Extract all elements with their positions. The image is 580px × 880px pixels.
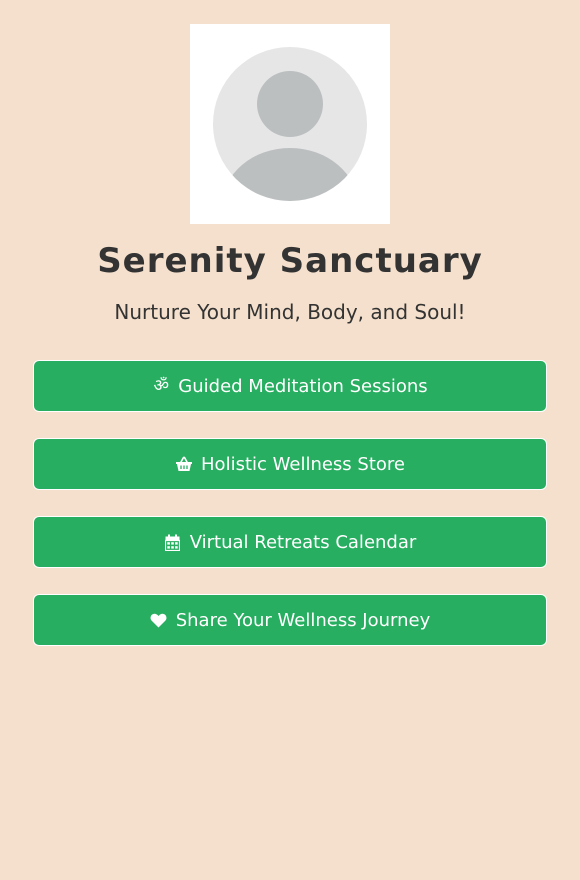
shopping-basket-icon: [175, 455, 193, 473]
button-label: Guided Meditation Sessions: [178, 375, 428, 397]
link-page: Serenity Sanctuary Nurture Your Mind, Bo…: [0, 0, 580, 880]
heart-icon: [150, 611, 168, 629]
button-label: Share Your Wellness Journey: [175, 609, 431, 631]
avatar: [190, 24, 390, 224]
retreats-calendar-button[interactable]: Virtual Retreats Calendar: [33, 516, 547, 568]
button-label: Virtual Retreats Calendar: [189, 531, 417, 553]
share-journey-button[interactable]: Share Your Wellness Journey: [33, 594, 547, 646]
page-title: Serenity Sanctuary: [97, 241, 483, 281]
om-icon: ॐ: [153, 376, 170, 396]
guided-meditation-button[interactable]: ॐ Guided Meditation Sessions: [33, 360, 547, 412]
default-avatar-icon: [213, 47, 367, 201]
button-label: Holistic Wellness Store: [201, 453, 405, 475]
calendar-icon: [164, 533, 182, 551]
tagline: Nurture Your Mind, Body, and Soul!: [114, 300, 466, 324]
wellness-store-button[interactable]: Holistic Wellness Store: [33, 438, 547, 490]
